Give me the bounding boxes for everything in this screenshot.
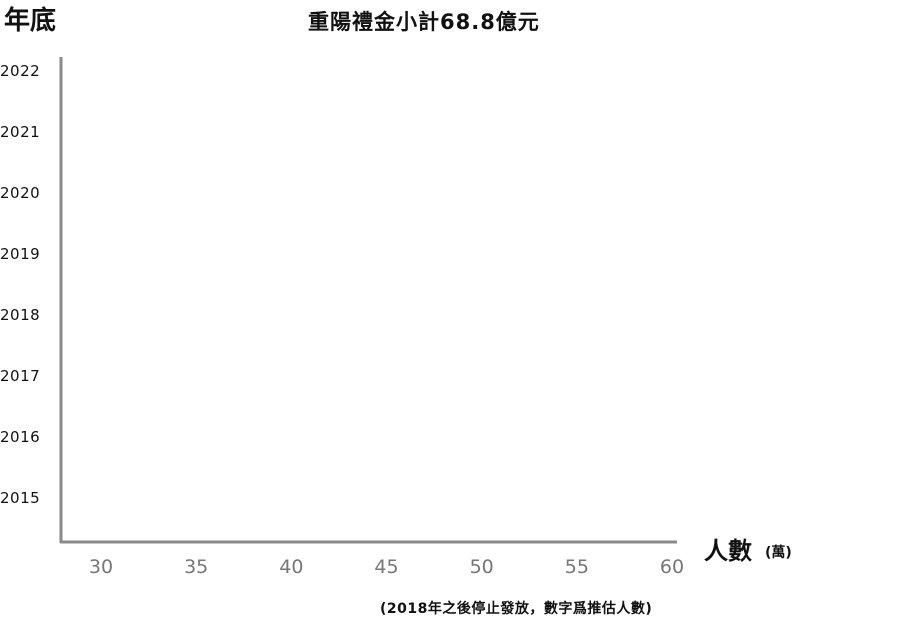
axes — [59, 57, 677, 544]
x-tick-labels: 30 35 40 45 50 55 60 — [89, 556, 684, 578]
x-axis-unit: (萬) — [765, 545, 792, 561]
y-tick-label: 2017 — [0, 367, 40, 385]
x-tick-label: 45 — [374, 556, 398, 578]
y-tick-label: 2019 — [0, 245, 40, 263]
y-tick-label: 2018 — [0, 306, 40, 324]
x-axis-title: 人數 — [704, 537, 752, 565]
x-tick-label: 40 — [279, 556, 303, 578]
y-tick-label: 2021 — [0, 123, 40, 141]
x-tick-label: 60 — [660, 556, 684, 578]
x-tick-label: 55 — [565, 556, 589, 578]
y-tick-label: 2015 — [0, 489, 40, 507]
x-tick-label: 35 — [184, 556, 208, 578]
y-tick-label: 2020 — [0, 184, 40, 202]
y-tick-label: 2016 — [0, 428, 40, 446]
chart-canvas: 2022 2021 2020 2019 2018 2017 2016 2015 30 35 40 4… — [0, 57, 684, 578]
y-tick-label: 2022 — [0, 62, 40, 80]
chart-footnote: (2018年之後停止發放，數字爲推估人數) — [380, 601, 653, 617]
x-tick-label: 30 — [89, 556, 113, 578]
y-tick-labels: 2022 2021 2020 2019 2018 2017 2016 2015 — [0, 62, 40, 507]
x-tick-label: 50 — [470, 556, 494, 578]
